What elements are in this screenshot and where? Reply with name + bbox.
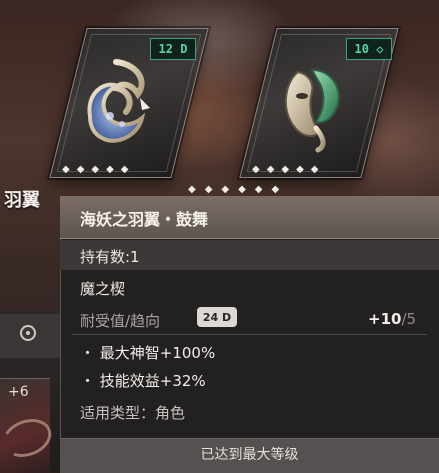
applies-to: 适用类型：角色 [80, 404, 186, 422]
owned-count: 持有数:1 [80, 248, 140, 266]
stat-max: /5 [401, 310, 417, 328]
mask-emblem-icon [284, 68, 340, 153]
effect-line: ・ 技能效益+32% [80, 372, 206, 390]
effect-line: ・ 最大神智+100% [80, 344, 216, 362]
upgrade-gems: ◆◆◆◆◆◆ [188, 184, 289, 195]
side-card-level: +6 [8, 384, 29, 400]
stat-current: +10 [368, 310, 402, 328]
card-name-partial: 羽翼 [4, 190, 40, 211]
cost-value: 12 [158, 42, 173, 56]
cost-badge-wing: 12 D [150, 38, 196, 60]
cost-badge-mask: 10 ◇ [346, 38, 392, 60]
max-level-text: 已达到最大等级 [200, 447, 299, 463]
target-icon[interactable] [20, 325, 36, 341]
upgrade-gems: ◆◆◆◆◆ [62, 164, 136, 175]
divider [72, 334, 427, 335]
tooltip-title: 海妖之羽翼・鼓舞 [80, 210, 209, 229]
stat-label: 耐受值/趋向 [80, 312, 161, 330]
item-category: 魔之楔 [80, 280, 126, 298]
upgrade-gems: ◆◆◆◆◆ [252, 164, 326, 175]
cost-icon: D [180, 42, 188, 56]
cost-value: 10 [354, 42, 369, 56]
stat-value: +10/5 [368, 310, 416, 328]
cost-icon: ◇ [376, 42, 384, 56]
affinity-badge: 24 D [197, 307, 237, 327]
wing-emblem-icon [87, 59, 150, 143]
